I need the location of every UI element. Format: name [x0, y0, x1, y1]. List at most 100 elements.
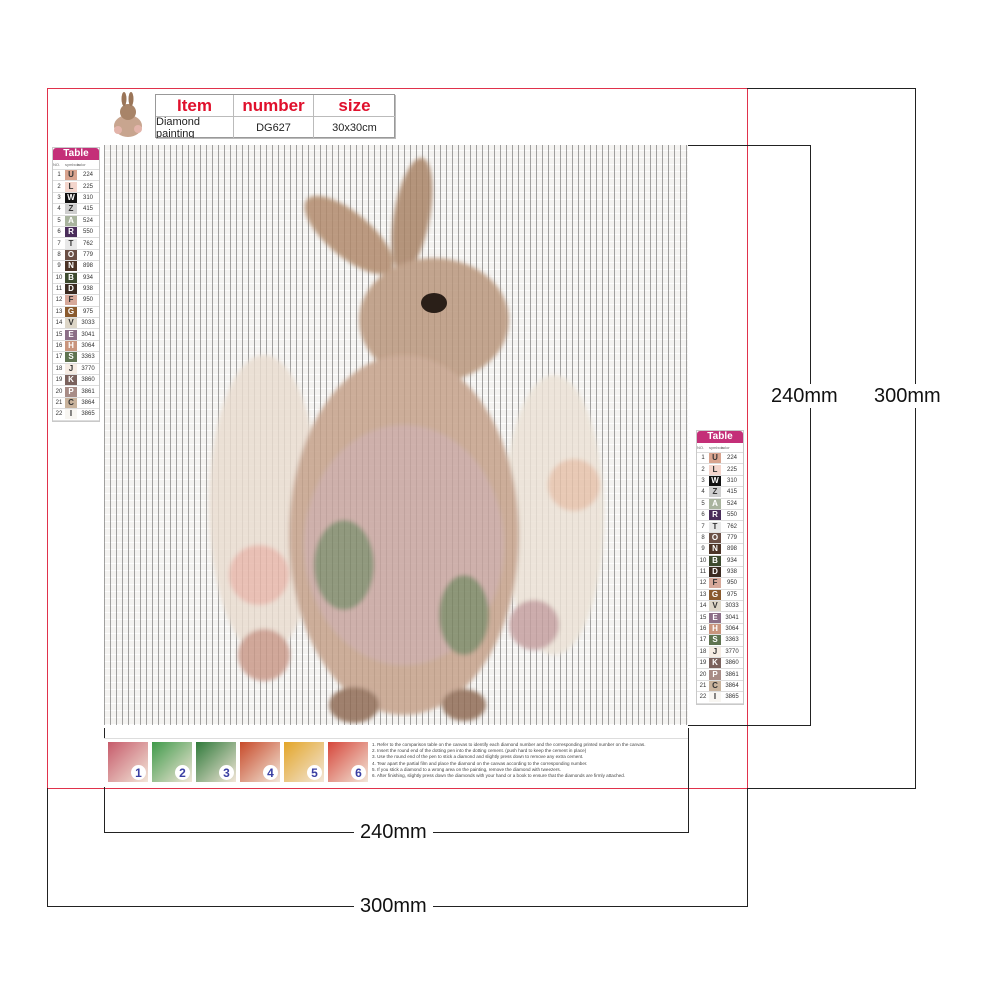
color-table-rows: 1 U 224 2 L 225 3 W 310 4 Z 415 5 A 524 6 R 550 7 T 762 8 O 779…: [697, 453, 743, 704]
item-header: Item: [156, 95, 234, 117]
color-no: 14: [55, 320, 63, 327]
step-number: 5: [307, 765, 322, 780]
color-symbol: T: [65, 238, 77, 249]
color-table-row: 22 I 3865: [53, 409, 99, 421]
color-table-row: 4 Z 415: [697, 487, 743, 499]
outer-width-label: 300mm: [354, 894, 433, 918]
color-symbol: L: [709, 464, 721, 475]
color-code: 975: [726, 591, 737, 598]
inner-width-right-tick: [688, 728, 689, 832]
color-symbol: A: [65, 215, 77, 226]
outer-width-left-tick: [47, 788, 48, 906]
color-symbol: R: [709, 510, 721, 521]
color-symbol: R: [65, 227, 77, 238]
color-table-row: 17 S 3363: [697, 635, 743, 647]
color-code: 3860: [81, 377, 95, 384]
outer-height-label: 300mm: [868, 384, 947, 408]
color-no: 2: [57, 183, 61, 190]
color-code: 3363: [725, 637, 739, 644]
color-table-row: 20 P 3861: [53, 386, 99, 398]
color-code: 898: [82, 263, 93, 270]
color-table-row: 18 J 3770: [697, 646, 743, 659]
color-symbol: L: [65, 181, 77, 192]
color-symbol: I: [65, 409, 77, 420]
color-symbol: J: [65, 363, 77, 374]
color-table-left: Table NO. symbols color 1 U 224 2 L 225 3 W 310 4…: [52, 147, 100, 422]
color-symbol: W: [65, 192, 77, 203]
color-table-row: 19 K 3860: [697, 658, 743, 670]
color-no: 6: [701, 512, 705, 519]
color-code: 3033: [725, 603, 739, 610]
size-header: size: [314, 95, 396, 117]
step-image: 1: [108, 742, 148, 782]
item-value: Diamond painting: [156, 117, 234, 139]
color-no: 16: [55, 343, 63, 350]
inner-width-label: 240mm: [354, 820, 433, 844]
color-code: 3770: [81, 365, 95, 372]
color-table-row: 21 C 3864: [697, 681, 743, 693]
color-table-row: 11 D 938: [697, 567, 743, 579]
color-code: 415: [726, 489, 737, 496]
color-table-row: 1 U 224: [697, 453, 743, 465]
color-code: 3864: [725, 683, 739, 689]
color-symbol: S: [65, 352, 77, 363]
color-no: 12: [55, 297, 63, 304]
color-table-row: 3 W 310: [53, 192, 99, 205]
color-table-row: 4 Z 415: [53, 204, 99, 216]
color-code: 3864: [81, 400, 95, 406]
step-image: 4: [240, 742, 280, 782]
color-symbol: U: [65, 170, 77, 181]
color-table-row: 17 S 3363: [53, 352, 99, 364]
color-code: 3064: [725, 626, 739, 633]
color-symbol: K: [65, 375, 77, 386]
color-code: 762: [82, 240, 93, 247]
step-image: 3: [196, 742, 236, 782]
color-table-row: 13 G 975: [53, 306, 99, 319]
color-no: 21: [699, 683, 707, 689]
color-no: 9: [701, 546, 705, 553]
color-table-header: NO. symbols color: [697, 443, 743, 453]
color-no: 3: [57, 194, 61, 201]
color-table-row: 9 N 898: [697, 544, 743, 556]
color-code: 224: [82, 172, 93, 179]
color-code: 3041: [725, 614, 739, 621]
color-code: 3363: [81, 354, 95, 361]
color-no: 14: [699, 603, 707, 610]
color-code: 310: [82, 194, 93, 201]
color-code: 898: [726, 546, 737, 553]
color-table-row: 1 U 224: [53, 170, 99, 182]
color-code: 550: [82, 229, 93, 236]
color-code: 3861: [725, 671, 739, 678]
color-no: 3: [701, 477, 705, 484]
instruction-line: 6. After finishing, slightly press down …: [372, 773, 626, 779]
color-symbol: K: [709, 658, 721, 669]
color-symbol: G: [65, 306, 77, 317]
color-table-right: Table NO. symbols color 1 U 224 2 L 225 3 W 310 4…: [696, 430, 744, 705]
color-code: 934: [82, 274, 93, 281]
color-no: 15: [699, 614, 707, 621]
color-table-row: 13 G 975: [697, 589, 743, 602]
color-symbol: Z: [709, 487, 721, 498]
color-table-row: 9 N 898: [53, 261, 99, 273]
color-code: 938: [82, 286, 93, 293]
color-table-row: 3 W 310: [697, 475, 743, 488]
color-symbol: D: [65, 284, 77, 295]
outer-frame-bottom: [47, 788, 747, 789]
color-table-header: NO. symbols color: [53, 160, 99, 170]
color-table-row: 15 E 3041: [697, 612, 743, 624]
color-no: 4: [57, 206, 61, 213]
color-table-title: Table: [697, 431, 743, 443]
color-symbol: N: [65, 261, 77, 272]
color-symbol: I: [709, 692, 721, 703]
color-symbol: C: [709, 681, 721, 691]
step-image: 2: [152, 742, 192, 782]
color-table-title: Table: [53, 148, 99, 160]
step-number: 4: [263, 765, 278, 780]
color-no: 4: [701, 489, 705, 496]
color-code: 310: [726, 477, 737, 484]
color-symbol: N: [709, 544, 721, 555]
rabbit-thumbnail: [108, 92, 148, 138]
diamond-painting-canvas: [104, 145, 688, 725]
color-no: 17: [699, 637, 707, 644]
color-table-row: 12 F 950: [53, 295, 99, 307]
